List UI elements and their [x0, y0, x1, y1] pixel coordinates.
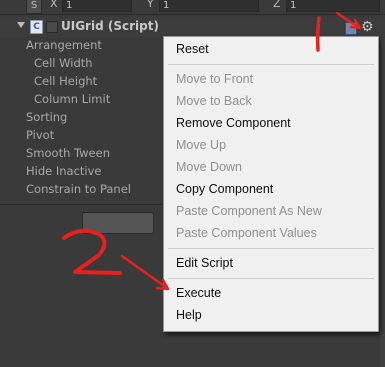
menu-item-reset[interactable]: Reset: [176, 42, 209, 56]
property-pivot: Pivot: [26, 128, 55, 142]
scale-y-label: Y: [147, 0, 154, 10]
scale-z-label: Z: [273, 0, 281, 10]
property-smooth-tween: Smooth Tween: [26, 146, 110, 160]
menu-item-move-down: Move Down: [176, 160, 242, 174]
scale-z-field[interactable]: 1: [286, 0, 380, 12]
property-arrangement: Arrangement: [26, 38, 102, 52]
inspector-scrollbar[interactable]: [380, 38, 385, 367]
help-book-icon[interactable]: [345, 22, 357, 35]
menu-item-copy-component[interactable]: Copy Component: [176, 182, 273, 196]
component-title: UIGrid (Script): [61, 19, 159, 33]
property-sorting: Sorting: [26, 110, 68, 124]
scale-row: S X 1 Y 1 Z 1: [0, 0, 385, 15]
gear-icon[interactable]: ⚙: [361, 19, 374, 35]
annotation-arrow-to-execute: [120, 254, 169, 290]
inspector-button[interactable]: [82, 212, 154, 234]
component-enable-checkbox[interactable]: [46, 21, 58, 33]
menu-item-execute[interactable]: Execute: [176, 286, 221, 300]
menu-separator: [168, 248, 374, 249]
property-cell-height: Cell Height: [34, 74, 98, 88]
menu-item-remove-component[interactable]: Remove Component: [176, 116, 291, 130]
property-constrain-to-panel: Constrain to Panel: [26, 182, 131, 196]
menu-item-paste-component-as-new: Paste Component As New: [176, 204, 322, 218]
scale-label[interactable]: S: [26, 0, 42, 14]
property-cell-width: Cell Width: [34, 56, 93, 70]
scale-x-label: X: [50, 0, 58, 10]
menu-item-paste-component-values: Paste Component Values: [176, 226, 317, 240]
menu-item-help[interactable]: Help: [176, 308, 202, 322]
foldout-arrow-icon[interactable]: [17, 22, 25, 28]
component-context-menu: Reset Move to Front Move to Back Remove …: [163, 36, 379, 332]
menu-item-move-to-back: Move to Back: [176, 94, 252, 108]
property-column-limit: Column Limit: [34, 92, 111, 106]
menu-item-move-up: Move Up: [176, 138, 227, 152]
menu-item-move-to-front: Move to Front: [176, 72, 254, 86]
script-icon: C: [30, 20, 43, 34]
scale-x-field[interactable]: 1: [62, 0, 132, 12]
component-header[interactable]: C UIGrid (Script) ⚙: [0, 17, 385, 37]
menu-item-edit-script[interactable]: Edit Script: [176, 256, 233, 270]
menu-separator: [168, 64, 374, 65]
property-hide-inactive: Hide Inactive: [26, 164, 102, 178]
menu-separator: [168, 278, 374, 279]
annotation-number-two: [62, 228, 122, 275]
scale-y-field[interactable]: 1: [159, 0, 259, 12]
